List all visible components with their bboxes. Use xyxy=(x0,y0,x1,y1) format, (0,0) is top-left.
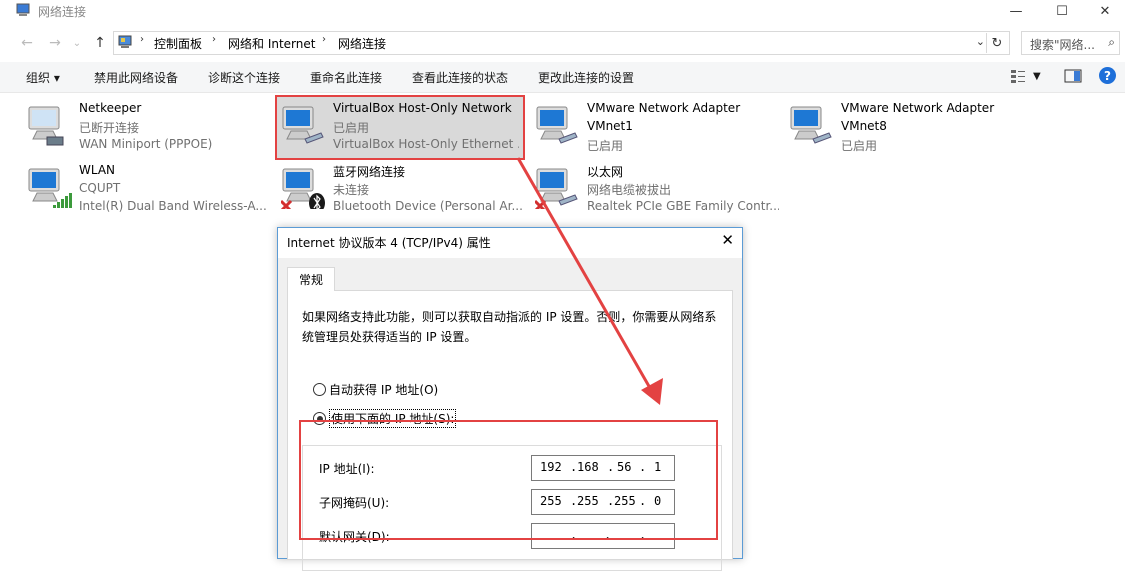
tab-general[interactable]: 常规 xyxy=(287,267,335,291)
annotation-arrow-icon xyxy=(516,157,663,405)
